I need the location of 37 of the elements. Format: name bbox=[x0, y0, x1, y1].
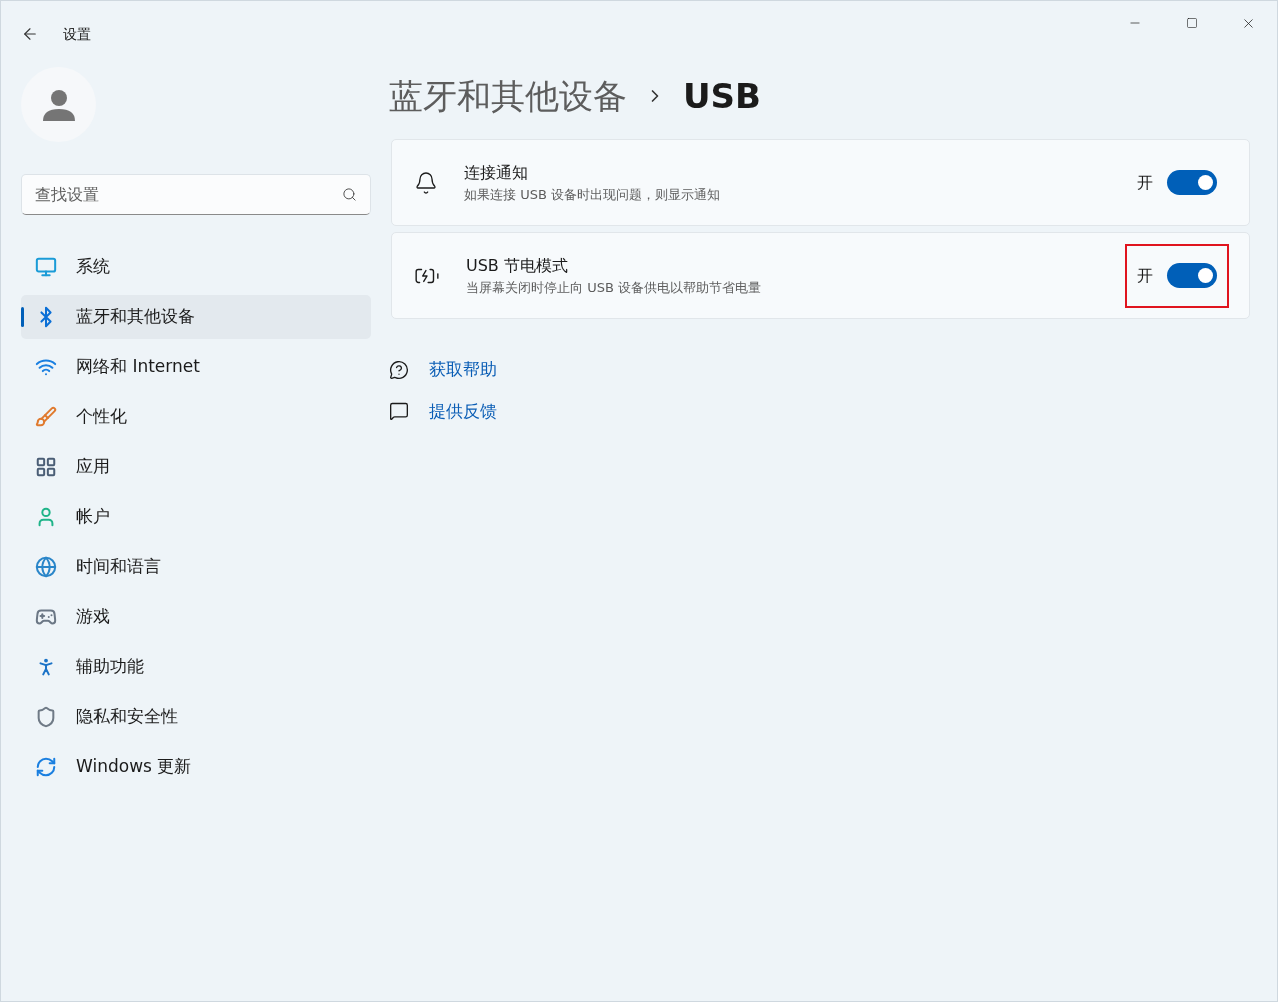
setting-description: 当屏幕关闭时停止向 USB 设备供电以帮助节省电量 bbox=[466, 278, 762, 297]
setting-title: USB 节电模式 bbox=[466, 254, 569, 277]
apps-icon bbox=[35, 456, 57, 478]
search-icon bbox=[342, 187, 357, 202]
help-icon bbox=[389, 359, 409, 380]
window-title: 设置 bbox=[63, 24, 91, 44]
nav-item[interactable]: 蓝牙和其他设备 bbox=[21, 295, 371, 339]
toggle-switch[interactable] bbox=[1167, 170, 1217, 195]
feedback-icon bbox=[389, 401, 409, 422]
nav-item[interactable]: 网络和 Internet bbox=[21, 345, 371, 389]
update-icon bbox=[35, 756, 57, 778]
toggle-state: 开 bbox=[1137, 171, 1153, 194]
nav-item[interactable]: 系统 bbox=[21, 245, 371, 289]
setting-description: 如果连接 USB 设备时出现问题，则显示通知 bbox=[464, 185, 721, 204]
nav-item[interactable]: 游戏 bbox=[21, 595, 371, 639]
brush-icon bbox=[35, 406, 57, 428]
bell-icon bbox=[414, 170, 438, 195]
nav-item[interactable]: 应用 bbox=[21, 445, 371, 489]
toggle-state: 开 bbox=[1137, 264, 1153, 287]
breadcrumb-parent[interactable]: 蓝牙和其他设备 bbox=[389, 70, 627, 122]
toggle-switch[interactable] bbox=[1167, 263, 1217, 288]
globe-icon bbox=[35, 556, 57, 578]
search-field[interactable]: 查找设置 bbox=[21, 174, 371, 215]
nav-item[interactable]: 个性化 bbox=[21, 395, 371, 439]
shield-icon bbox=[35, 706, 57, 728]
maximize-icon bbox=[1185, 17, 1198, 29]
setting-title: 连接通知 bbox=[464, 161, 529, 184]
nav-item[interactable]: 时间和语言 bbox=[21, 545, 371, 589]
back-icon[interactable] bbox=[21, 25, 39, 43]
nav-item[interactable]: 辅助功能 bbox=[21, 645, 371, 689]
monitor-icon bbox=[35, 256, 57, 278]
help-link[interactable]: 获取帮助 bbox=[429, 357, 497, 383]
nav-item[interactable]: Windows 更新 bbox=[21, 745, 371, 789]
nav-item[interactable]: 帐户 bbox=[21, 495, 371, 539]
help-link[interactable]: 提供反馈 bbox=[429, 398, 497, 424]
page-title: USB bbox=[683, 74, 761, 118]
nav-item[interactable]: 隐私和安全性 bbox=[21, 695, 371, 739]
